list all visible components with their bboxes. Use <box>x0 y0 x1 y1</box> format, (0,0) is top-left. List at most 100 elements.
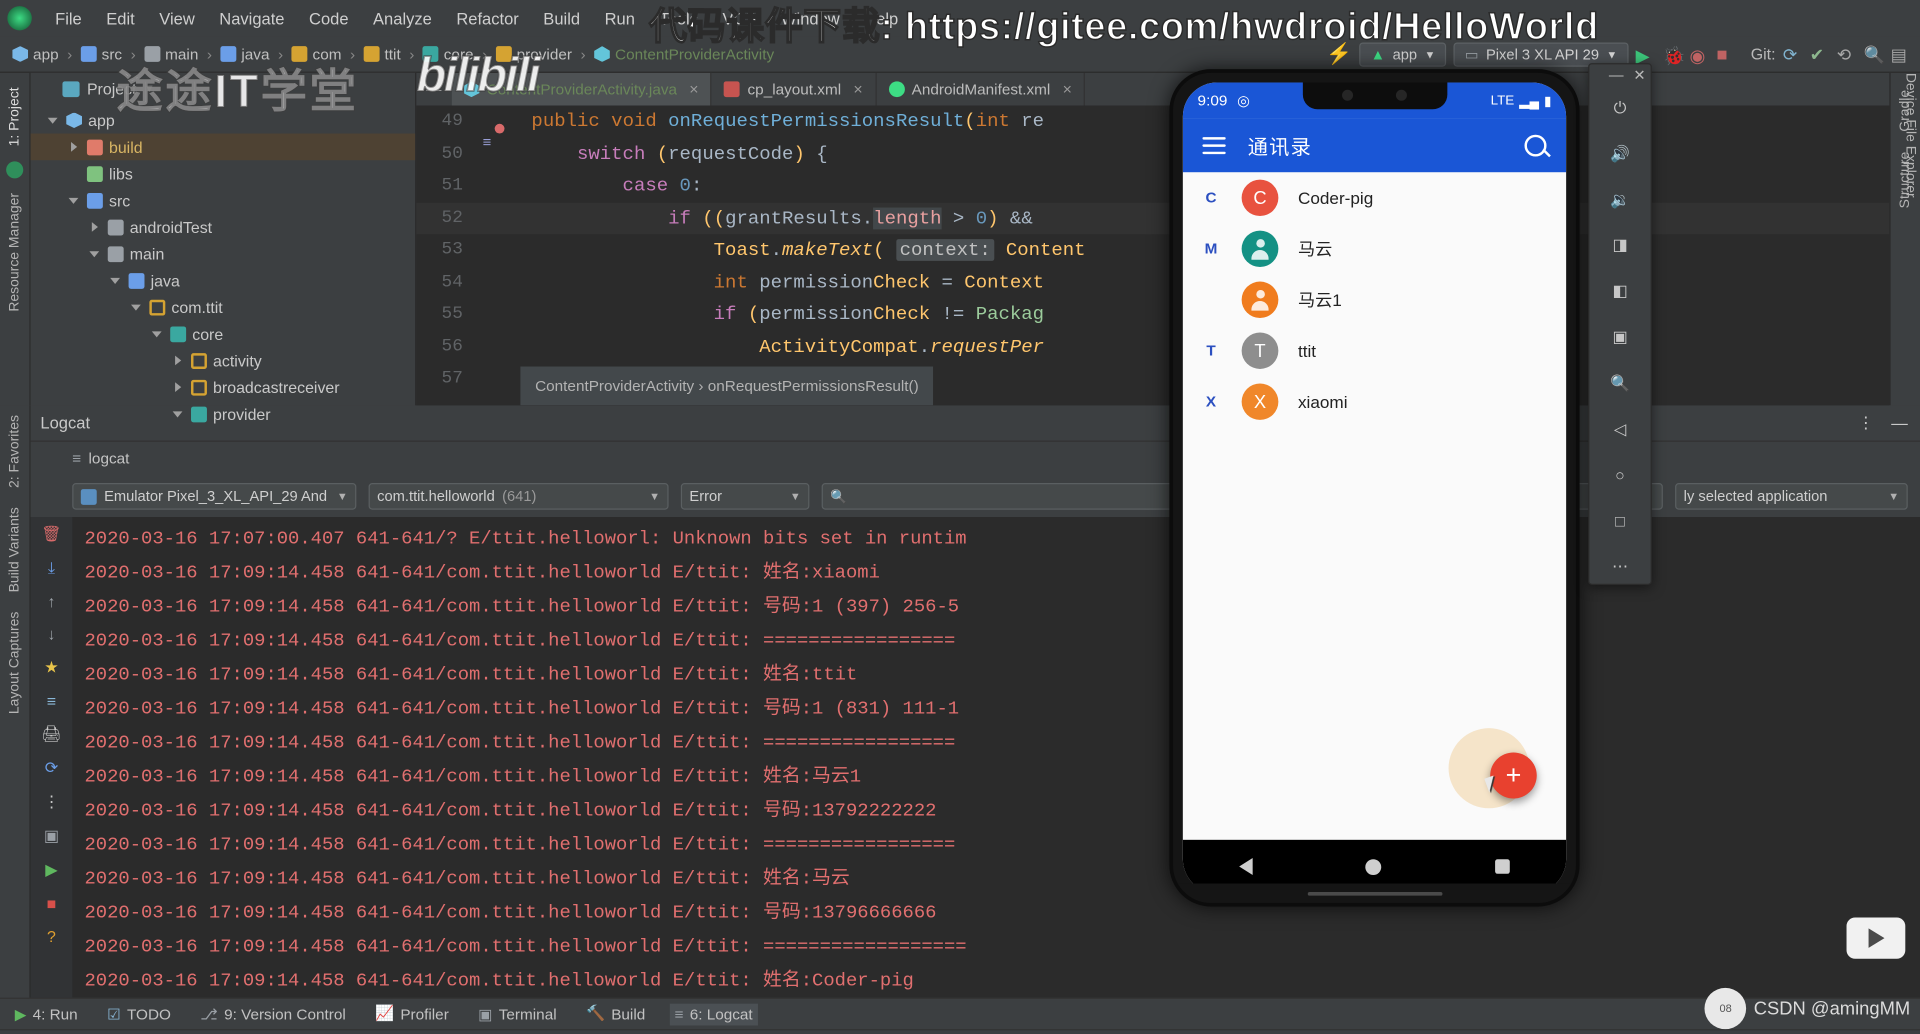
breadcrumb-app[interactable]: app <box>33 46 59 63</box>
bottom-tab-logcat[interactable]: ≡ 6: Logcat <box>669 1003 758 1025</box>
settings-icon[interactable]: ▤ <box>1891 44 1911 63</box>
editor-breadcrumb[interactable]: ContentProviderActivity › onRequestPermi… <box>520 365 934 406</box>
volume-up-icon[interactable]: 🔊 <box>1602 137 1639 171</box>
stripe-layout-captures[interactable]: Layout Captures <box>7 602 22 724</box>
android-emulator-window[interactable]: 9:09 ◎ LTE ▂▄ ▮ 通讯录 C C Coder-pig M 马云 马云1 T Tt… <box>1169 69 1580 907</box>
help-icon[interactable]: ? <box>47 927 56 945</box>
logcat-output[interactable]: 🗑 ⤓ ↑ ↓ ★ ≡ 🖨 ⟳ ⋮ ▣ ▶ ■ ? 2020-03-16 17:… <box>30 517 1920 998</box>
hamburger-menu-icon[interactable] <box>1202 137 1226 155</box>
breadcrumb-ttit[interactable]: ttit <box>385 46 401 63</box>
contact-row[interactable]: 马云1 <box>1183 274 1566 325</box>
home-icon[interactable] <box>1365 858 1382 875</box>
close-icon[interactable]: × <box>689 80 698 98</box>
screen-record-icon[interactable]: ▶ <box>45 860 57 879</box>
tree-node-androidTest[interactable]: androidTest <box>31 214 415 241</box>
debug-icon[interactable]: 🐞 <box>1663 44 1686 67</box>
screenshot-icon[interactable]: ▣ <box>1602 320 1639 354</box>
vcs-history-icon[interactable]: ⟲ <box>1837 44 1857 63</box>
search-icon[interactable] <box>1524 134 1547 157</box>
contact-row[interactable]: C C Coder-pig <box>1183 172 1566 223</box>
tree-toggle-icon[interactable] <box>173 354 185 366</box>
tree-node-core[interactable]: core <box>31 320 415 347</box>
back-icon[interactable]: ◁ <box>1602 412 1639 446</box>
scroll-down-icon[interactable]: ↓ <box>47 625 55 643</box>
scroll-end-icon[interactable]: ⤓ <box>48 558 55 577</box>
contact-row[interactable]: X Xxiaomi <box>1183 376 1566 427</box>
stripe-build-variants[interactable]: Build Variants <box>7 498 22 603</box>
close-icon[interactable]: × <box>853 80 862 98</box>
tree-node-broadcastreceiver[interactable]: broadcastreceiver <box>31 374 415 401</box>
tree-node-build[interactable]: build <box>30 133 416 161</box>
tab-androidmanifest[interactable]: AndroidManifest.xml × <box>876 72 1086 106</box>
scope-filter-select[interactable]: ly selected application ▼ <box>1675 483 1908 510</box>
bottom-tab-todo[interactable]: ☑ TODO <box>102 1002 176 1025</box>
logcat-minimize-icon[interactable]: — <box>1891 413 1908 432</box>
bottom-tab-version-control[interactable]: ⎇ 9: Version Control <box>195 1002 350 1025</box>
bottom-tab-run[interactable]: ▶ 4: Run <box>10 1002 83 1025</box>
tree-node-provider[interactable]: provider <box>31 400 415 427</box>
device-filter-select[interactable]: Emulator Pixel_3_XL_API_29 And ▼ <box>72 483 357 510</box>
more-icon[interactable]: ⋮ <box>43 792 59 811</box>
home-icon[interactable]: ○ <box>1602 458 1639 492</box>
menu-analyze[interactable]: Analyze <box>362 5 443 30</box>
tree-node-src[interactable]: src <box>31 187 415 214</box>
tree-toggle-icon[interactable] <box>69 167 81 179</box>
bottom-tab-profiler[interactable]: 📈 Profiler <box>370 1002 453 1025</box>
close-icon[interactable]: × <box>1063 80 1072 98</box>
tree-node-libs[interactable]: libs <box>31 160 415 187</box>
profile-icon[interactable]: ◉ <box>1690 44 1710 67</box>
tree-node-activity[interactable]: activity <box>31 347 415 374</box>
process-filter-select[interactable]: com.ttit.helloworld (641) ▼ <box>368 483 669 510</box>
screenshot-icon[interactable]: ▣ <box>44 826 59 845</box>
stop-icon[interactable]: ■ <box>1716 44 1736 65</box>
menu-run[interactable]: Run <box>594 5 646 30</box>
tree-toggle-icon[interactable] <box>69 141 81 153</box>
stripe-favorites[interactable]: 2: Favorites <box>7 405 22 497</box>
tab-cp-layout[interactable]: cp_layout.xml × <box>712 72 877 106</box>
overview-icon[interactable]: □ <box>1602 504 1639 538</box>
tree-toggle-icon[interactable] <box>47 114 60 126</box>
contact-row[interactable]: M 马云 <box>1183 223 1566 274</box>
print-icon[interactable]: 🖨 <box>41 725 61 744</box>
emulator-screen[interactable]: 9:09 ◎ LTE ▂▄ ▮ 通讯录 C C Coder-pig M 马云 马云1 T Tt… <box>1182 82 1567 894</box>
stripe-project[interactable]: 1: Project <box>7 78 22 156</box>
menu-view[interactable]: View <box>148 5 206 30</box>
tree-node-main[interactable]: main <box>31 240 415 267</box>
menu-code[interactable]: Code <box>298 5 360 30</box>
vcs-commit-icon[interactable]: ✔ <box>1810 44 1830 63</box>
add-contact-fab[interactable]: + <box>1490 752 1537 799</box>
bottom-tab-terminal[interactable]: ▣ Terminal <box>473 1002 561 1025</box>
log-level-select[interactable]: Error ▼ <box>680 483 810 510</box>
clear-logcat-icon[interactable]: 🗑 <box>41 524 61 543</box>
run-icon[interactable]: ▶ <box>1636 44 1656 67</box>
tree-toggle-icon[interactable] <box>173 381 185 393</box>
tree-node-java[interactable]: java <box>31 267 415 294</box>
tree-toggle-icon[interactable] <box>89 248 101 260</box>
tree-toggle-icon[interactable] <box>110 274 122 286</box>
search-everywhere-icon[interactable]: 🔍 <box>1864 44 1885 63</box>
menu-refactor[interactable]: Refactor <box>445 5 530 30</box>
bottom-tab-build[interactable]: 🔨 Build <box>581 1002 650 1025</box>
menu-edit[interactable]: Edit <box>95 5 146 30</box>
rotate-left-icon[interactable]: ◨ <box>1602 229 1639 263</box>
stop-icon[interactable]: ■ <box>47 894 57 912</box>
logcat-options-icon[interactable]: ⋮ <box>1858 413 1875 432</box>
vcs-update-icon[interactable]: ⟳ <box>1783 44 1803 63</box>
tree-toggle-icon[interactable] <box>68 194 81 206</box>
stripe-resource-manager[interactable]: Resource Manager <box>7 183 22 321</box>
soft-wrap-icon[interactable]: ≡ <box>47 692 56 710</box>
rotate-right-icon[interactable]: ◧ <box>1602 275 1639 309</box>
recents-icon[interactable] <box>1494 859 1510 874</box>
menu-navigate[interactable]: Navigate <box>208 5 295 30</box>
star-icon[interactable]: ★ <box>44 658 58 677</box>
restart-icon[interactable]: ⟳ <box>45 759 58 778</box>
back-icon[interactable] <box>1239 858 1253 876</box>
zoom-icon[interactable]: 🔍 <box>1602 366 1639 400</box>
scroll-up-icon[interactable]: ↑ <box>47 592 55 610</box>
power-icon[interactable]: ⏻ <box>1602 91 1639 125</box>
tree-toggle-icon[interactable] <box>131 301 143 313</box>
stripe-device-file-explorer[interactable]: Device File Explorer <box>1903 73 1918 198</box>
contact-row[interactable]: T Tttit <box>1183 325 1566 376</box>
tree-toggle-icon[interactable] <box>151 328 164 340</box>
tree-toggle-icon[interactable] <box>172 408 185 420</box>
